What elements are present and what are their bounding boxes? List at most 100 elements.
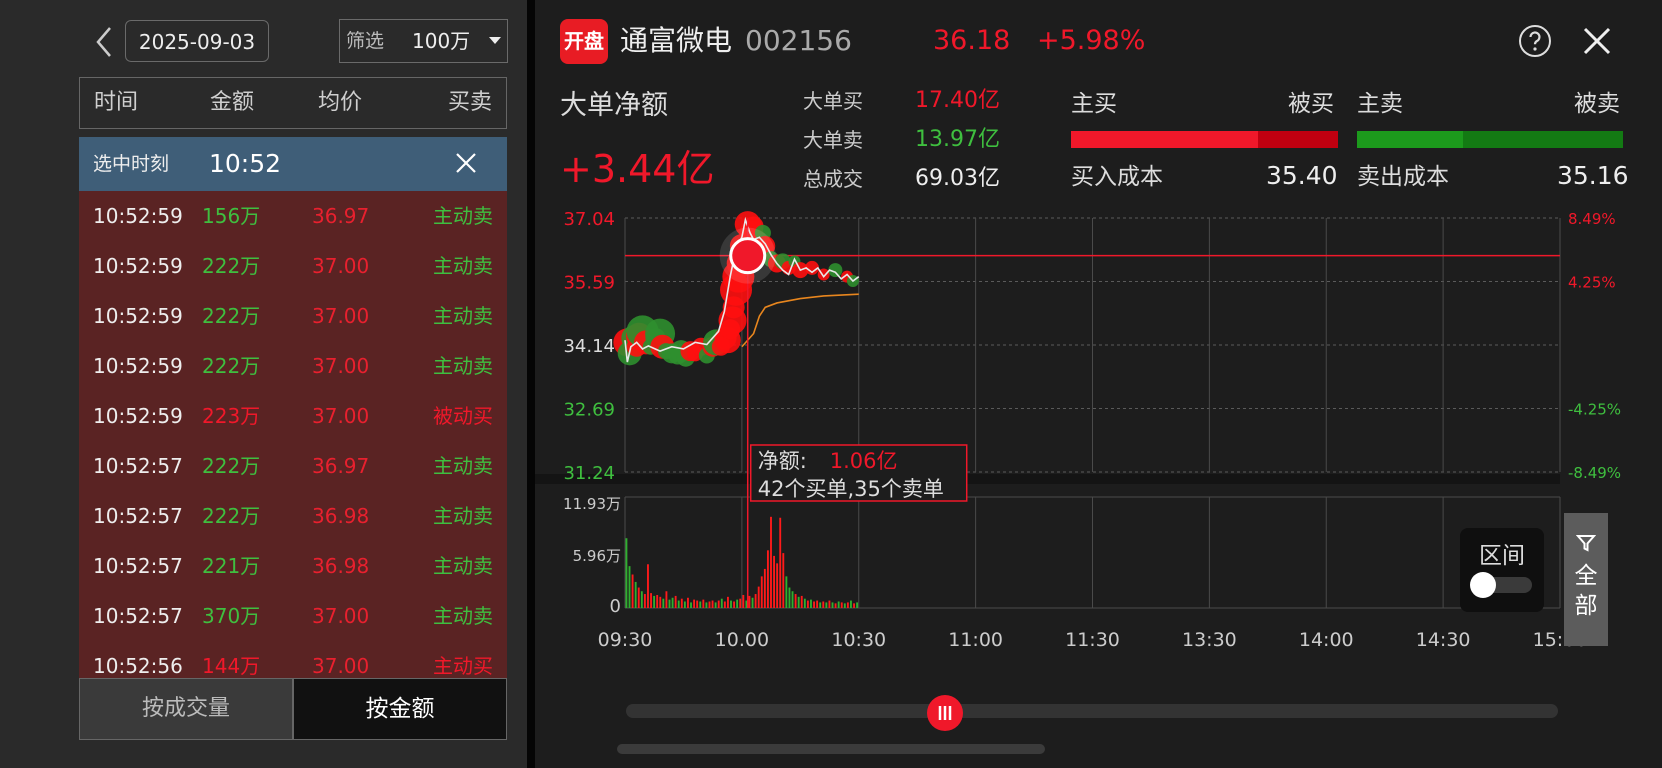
trade-price: 37.00 [312, 604, 370, 628]
volume-bar [730, 600, 732, 608]
volume-bar [674, 595, 677, 608]
y-axis-label: 37.04 [563, 209, 615, 230]
trade-amount: 370万 [202, 604, 261, 628]
total-value: 69.03亿 [915, 166, 1000, 191]
volume-bar [785, 576, 788, 608]
buy-cost-value: 35.40 [1266, 161, 1338, 190]
trade-row[interactable]: 10:52:57 370万 37.00 主动卖 [79, 591, 507, 641]
trade-list[interactable]: 10:52:59 156万 36.97 主动卖 10:52:59 222万 37.00 主动卖… [79, 191, 507, 678]
trade-time: 10:52:59 [93, 204, 183, 228]
volume-bar [683, 601, 686, 608]
stock-code: 002156 [745, 24, 852, 57]
ratio-bar-passive [1257, 131, 1338, 148]
volume-bar [788, 587, 791, 608]
range-toggle[interactable]: 区间 [1460, 528, 1544, 612]
trade-row[interactable]: 10:52:59 156万 36.97 主动卖 [79, 191, 507, 241]
trade-row[interactable]: 10:52:59 222万 37.00 主动卖 [79, 341, 507, 391]
y-axis-label: 32.69 [563, 400, 615, 421]
trade-time: 10:52:57 [93, 504, 183, 528]
close-icon[interactable] [1582, 26, 1612, 56]
trade-row[interactable]: 10:52:57 221万 36.98 主动卖 [79, 541, 507, 591]
header-avg-price: 均价 [318, 90, 363, 115]
trade-time: 10:52:59 [93, 304, 183, 328]
caret-down-icon [489, 37, 501, 44]
panel-divider [527, 0, 535, 768]
trade-amount: 223万 [202, 404, 261, 428]
volume-bar [831, 602, 834, 608]
volume-bar [837, 601, 840, 608]
close-selection-icon[interactable] [453, 150, 479, 176]
trade-price: 37.00 [312, 404, 370, 428]
all-filter-char: 全 [1574, 563, 1598, 589]
toggle-knob[interactable] [1470, 572, 1496, 598]
selected-marker [729, 237, 767, 275]
trade-time: 10:52:59 [93, 254, 183, 278]
time-scrollbar[interactable] [626, 704, 1558, 718]
pct-axis-label: 8.49% [1568, 210, 1616, 228]
volume-axis-label: 5.96万 [573, 547, 621, 565]
buy-ratio-bar [1071, 131, 1338, 148]
trade-row[interactable]: 10:52:56 144万 37.00 主动买 [79, 641, 507, 678]
price-chart[interactable]: 37.04 35.59 34.14 32.69 31.24 8.49% 4.25% -4.25… [535, 200, 1662, 690]
volume-bar [834, 603, 837, 608]
buy-cost-label: 买入成本 [1071, 164, 1163, 190]
trade-price: 36.97 [312, 204, 370, 228]
by-volume-button[interactable]: 按成交量 [79, 678, 293, 740]
trade-row[interactable]: 10:52:57 222万 36.97 主动卖 [79, 441, 507, 491]
sell-ratio-bar [1357, 131, 1623, 148]
volume-bar [748, 595, 751, 608]
volume-bar [742, 594, 745, 608]
trade-price: 37.00 [312, 304, 370, 328]
volume-bar [699, 601, 702, 608]
trade-amount: 222万 [202, 354, 261, 378]
volume-bar [797, 596, 800, 608]
volume-bar [662, 598, 665, 608]
trade-side: 主动卖 [433, 304, 493, 328]
stock-change: +5.98% [1037, 25, 1146, 56]
trade-time: 10:52:57 [93, 454, 183, 478]
time-axis-label: 10:30 [831, 629, 886, 651]
volume-bar [687, 597, 689, 608]
trade-side: 主动卖 [433, 454, 493, 478]
annotation-net-label: 净额: [758, 449, 807, 473]
app-logo: 开盘 [560, 19, 608, 64]
grip-icon [938, 706, 952, 720]
volume-bar [825, 602, 828, 608]
main-buy-label: 主买 [1071, 91, 1117, 117]
trade-side: 主动卖 [433, 204, 493, 228]
scroll-handle[interactable] [927, 695, 963, 731]
chart-separator [535, 474, 1560, 484]
volume-bar [773, 555, 776, 608]
volume-bar [828, 600, 831, 608]
volume-bar [794, 594, 797, 608]
trade-row[interactable]: 10:52:59 222万 37.00 主动卖 [79, 291, 507, 341]
volume-bar [726, 596, 729, 608]
volume-bar [693, 599, 696, 608]
trade-row[interactable]: 10:52:59 223万 37.00 被动买 [79, 391, 507, 441]
volume-bar [791, 591, 794, 608]
trade-price: 37.00 [312, 254, 370, 278]
volume-bar [650, 593, 652, 608]
trade-side: 主动买 [433, 654, 493, 678]
trade-price: 36.98 [312, 504, 370, 528]
volume-bar [840, 602, 843, 608]
selected-time-value: 10:52 [209, 149, 282, 178]
time-axis-label: 10.00 [715, 629, 769, 651]
amount-filter-dropdown[interactable]: 筛选 100万 [339, 19, 508, 63]
trade-row[interactable]: 10:52:59 222万 37.00 主动卖 [79, 241, 507, 291]
trade-row[interactable]: 10:52:57 222万 36.98 主动卖 [79, 491, 507, 541]
all-filter-button[interactable]: 全部 [1564, 513, 1608, 646]
filter-value: 100万 [412, 29, 471, 53]
trade-amount: 144万 [202, 654, 261, 678]
trade-side: 主动卖 [433, 354, 493, 378]
time-axis-label: 14:00 [1299, 629, 1354, 651]
y-axis-label: 34.14 [563, 336, 615, 357]
time-axis-label: 13:30 [1182, 629, 1237, 651]
trade-amount: 222万 [202, 504, 261, 528]
help-icon[interactable] [1518, 24, 1552, 58]
volume-bar [803, 598, 806, 608]
by-amount-button[interactable]: 按金额 [293, 678, 507, 740]
back-chevron-icon[interactable] [92, 24, 116, 60]
trade-price: 36.98 [312, 554, 370, 578]
date-picker[interactable]: 2025-09-03 [125, 20, 269, 62]
